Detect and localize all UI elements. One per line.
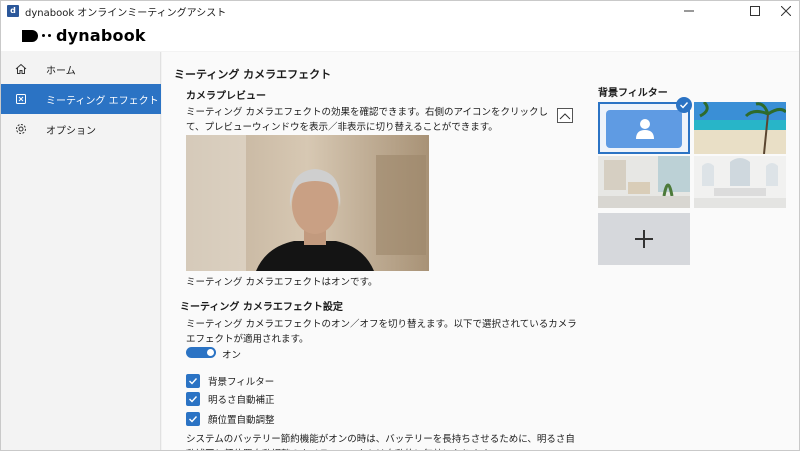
chevron-up-icon (559, 112, 571, 119)
checkbox-checked-icon (186, 373, 200, 388)
maximize-icon (750, 6, 760, 16)
gear-icon (14, 122, 28, 136)
camera-effect-icon (14, 92, 28, 106)
title-bar: d dynabook オンラインミーティングアシスト (1, 1, 799, 21)
checkbox-auto-brightness[interactable]: 明るさ自動補正 (186, 391, 275, 406)
bg-thumb-person[interactable] (598, 102, 690, 154)
minimize-button[interactable] (667, 1, 711, 21)
logo-text: dynabook (56, 26, 146, 45)
minimize-icon (684, 10, 694, 12)
add-background-button[interactable] (598, 213, 690, 265)
checkbox-label: 顔位置自動調整 (208, 414, 275, 426)
close-icon (781, 6, 791, 16)
bg-thumb-living-room[interactable] (598, 156, 690, 208)
effect-settings-description: ミーティング カメラエフェクトのオン／オフを切り替えます。以下で選択されているカ… (186, 319, 577, 345)
sidebar-item-meeting-effect[interactable]: ミーティング エフェクト (1, 84, 161, 114)
camera-preview-heading: カメラプレビュー (186, 91, 266, 102)
checkbox-checked-icon (186, 411, 200, 426)
toggle-label: オン (222, 350, 242, 361)
checkbox-label: 背景フィルター (208, 376, 275, 388)
page-title: ミーティング カメラエフェクト (174, 68, 332, 81)
logo-mark-icon (22, 29, 38, 42)
window-title: dynabook オンラインミーティングアシスト (25, 8, 227, 19)
battery-saver-note: システムのバッテリー節約機能がオンの時は、バッテリーを長持ちさせるために、明るさ… (186, 434, 575, 450)
sidebar: ホーム ミーティング エフェクト オプション (1, 52, 161, 450)
effect-status-text: ミーティング カメラエフェクトはオンです。 (186, 277, 378, 288)
sidebar-item-label: オプション (46, 125, 96, 137)
main-content: ミーティング カメラエフェクト カメラプレビュー ミーティング カメラエフェクト… (162, 52, 799, 450)
person-icon (636, 119, 654, 139)
background-filter-heading: 背景フィルター (598, 88, 668, 99)
checkbox-background-filter[interactable]: 背景フィルター (186, 373, 274, 388)
sidebar-item-options[interactable]: オプション (1, 114, 161, 144)
preview-toggle-button[interactable] (557, 108, 573, 123)
bg-thumb-white-interior[interactable] (694, 156, 786, 208)
dynabook-logo: dynabook (22, 26, 146, 45)
app-icon: d (7, 5, 19, 17)
sidebar-item-label: ホーム (46, 65, 76, 77)
plus-icon (635, 230, 653, 248)
home-icon (14, 62, 28, 76)
close-button[interactable] (771, 1, 799, 21)
bg-thumb-beach[interactable] (694, 102, 786, 154)
camera-preview (186, 135, 429, 271)
sidebar-item-label: ミーティング エフェクト (46, 95, 159, 107)
checkbox-auto-face-position[interactable]: 顔位置自動調整 (186, 411, 275, 426)
checkbox-label: 明るさ自動補正 (208, 394, 275, 406)
camera-preview-description: ミーティング カメラエフェクトの効果を確認できます。右側のアイコンをクリックして… (186, 107, 549, 133)
effect-toggle-switch[interactable] (186, 347, 216, 358)
app-window: d dynabook オンラインミーティングアシスト dynabook ホーム … (0, 0, 800, 451)
selected-check-icon (676, 97, 692, 113)
camera-preview-image (186, 135, 429, 271)
effect-settings-heading: ミーティング カメラエフェクト設定 (180, 302, 343, 313)
sidebar-item-home[interactable]: ホーム (1, 54, 161, 84)
checkbox-checked-icon (186, 391, 200, 406)
logo-dots-icon (42, 34, 51, 37)
